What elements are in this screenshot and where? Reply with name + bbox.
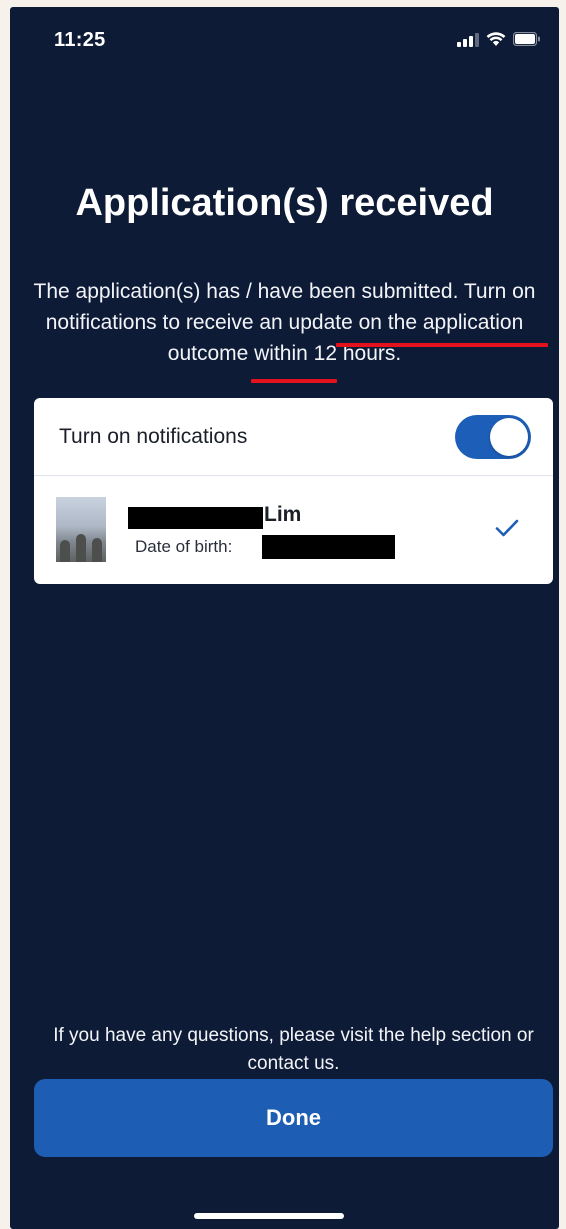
status-bar: 11:25 [10, 7, 559, 77]
annotation-underline [251, 379, 337, 383]
done-button[interactable]: Done [34, 1079, 553, 1157]
notifications-row: Turn on notifications [34, 398, 553, 476]
applicant-name: Lim [264, 503, 302, 526]
applicant-row[interactable]: Lim Date of birth: [34, 477, 553, 584]
dob-redaction [262, 535, 395, 559]
status-time: 11:25 [54, 29, 106, 51]
help-text: If you have any questions, please visit … [53, 1025, 534, 1074]
notifications-card: Turn on notifications Lim Date of birth: [34, 398, 553, 584]
battery-icon [513, 32, 541, 46]
page-title: Application(s) received [75, 182, 494, 225]
dob-label: Date of birth: [135, 537, 233, 556]
annotation-underline [336, 343, 548, 347]
signal-icon [457, 31, 479, 47]
checkmark-icon [495, 519, 519, 542]
page-description: The application(s) has / have been submi… [33, 280, 536, 365]
wifi-icon [486, 31, 506, 47]
notifications-label: Turn on notifications [59, 425, 248, 448]
name-redaction [128, 507, 263, 529]
applicant-photo [56, 497, 106, 562]
app-screen: 11:25 Application(s) received The applic… [10, 7, 559, 1229]
notifications-toggle[interactable] [455, 415, 531, 459]
toggle-knob [490, 418, 528, 456]
status-icons [457, 31, 541, 47]
home-indicator[interactable] [194, 1213, 344, 1219]
